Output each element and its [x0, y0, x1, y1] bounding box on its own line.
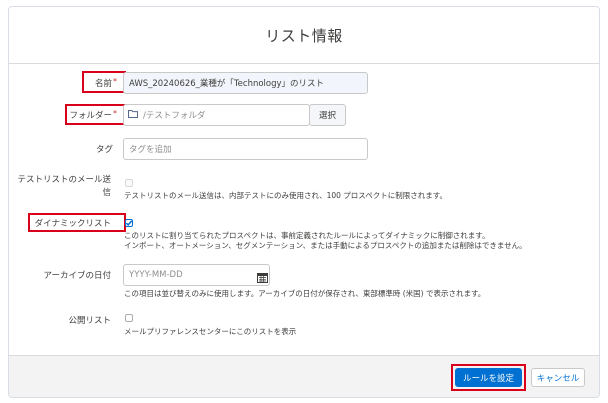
test-email-label-line1: テストリストのメール送: [17, 175, 111, 185]
name-required-mark: *: [113, 77, 117, 86]
dynamic-label-text: ダイナミックリスト: [34, 219, 111, 229]
tag-label-text: タグ: [95, 145, 113, 155]
folder-select-button[interactable]: 選択: [309, 104, 346, 126]
set-rules-label: ルールを設定: [462, 373, 514, 384]
folder-select-label: 選択: [318, 111, 336, 121]
archive-date-input[interactable]: YYYY-MM-DD: [123, 264, 270, 286]
dynamic-label: ダイナミックリスト: [35, 217, 111, 229]
dynamic-help-2: インポート、オートメーション、セグメンテーション、または手動によるプロスペクトの…: [124, 241, 527, 250]
folder-label-text: フォルダー: [69, 111, 112, 121]
test-email-label: テストリストのメール送 信: [17, 174, 111, 200]
calendar-icon[interactable]: [257, 268, 269, 283]
name-label: 名前*: [95, 77, 117, 89]
folder-required-mark: *: [113, 109, 117, 118]
checkmark-icon: [125, 220, 133, 226]
public-help: メールプリファレンスセンターにこのリストを表示: [124, 327, 297, 336]
public-label: 公開リスト: [68, 314, 111, 326]
archive-label: アーカイブの日付: [44, 269, 112, 281]
folder-input[interactable]: /テストフォルダ: [123, 104, 310, 126]
dynamic-checkbox[interactable]: [125, 219, 133, 227]
test-email-help: テストリストのメール送信は、内部テストにのみ使用され、100 プロスペクトに制限…: [124, 191, 447, 200]
public-label-text: 公開リスト: [68, 316, 111, 326]
dialog-title: リスト情報: [265, 26, 343, 45]
folder-placeholder: /テストフォルダ: [143, 111, 206, 121]
list-info-dialog: リスト情報 名前* AWS_20240626_業種が「Technology」のリ…: [8, 6, 600, 398]
archive-placeholder: YYYY-MM-DD: [129, 270, 183, 280]
cancel-label: キャンセル: [536, 373, 580, 384]
tag-input[interactable]: タグを追加: [123, 138, 368, 160]
cancel-button[interactable]: キャンセル: [531, 368, 585, 387]
folder-icon: [128, 109, 138, 121]
test-email-checkbox[interactable]: [125, 179, 133, 187]
name-input[interactable]: AWS_20240626_業種が「Technology」のリスト: [123, 72, 368, 94]
folder-label: フォルダー*: [69, 109, 117, 121]
set-rules-button[interactable]: ルールを設定: [455, 368, 522, 387]
archive-label-text: アーカイブの日付: [43, 271, 112, 281]
name-input-value: AWS_20240626_業種が「Technology」のリスト: [129, 79, 325, 89]
tag-label: タグ: [96, 143, 113, 155]
dialog-header: リスト情報: [9, 7, 599, 64]
archive-help: この項目は並び替えのみに使用します。アーカイブの日付が保存され、東部標準時 (米…: [124, 289, 486, 298]
name-label-text: 名前: [94, 79, 112, 89]
test-email-label-line2: 信: [102, 188, 111, 198]
public-checkbox[interactable]: [125, 314, 133, 322]
tag-placeholder: タグを追加: [129, 145, 172, 155]
dialog-footer: ルールを設定 キャンセル: [9, 355, 599, 397]
